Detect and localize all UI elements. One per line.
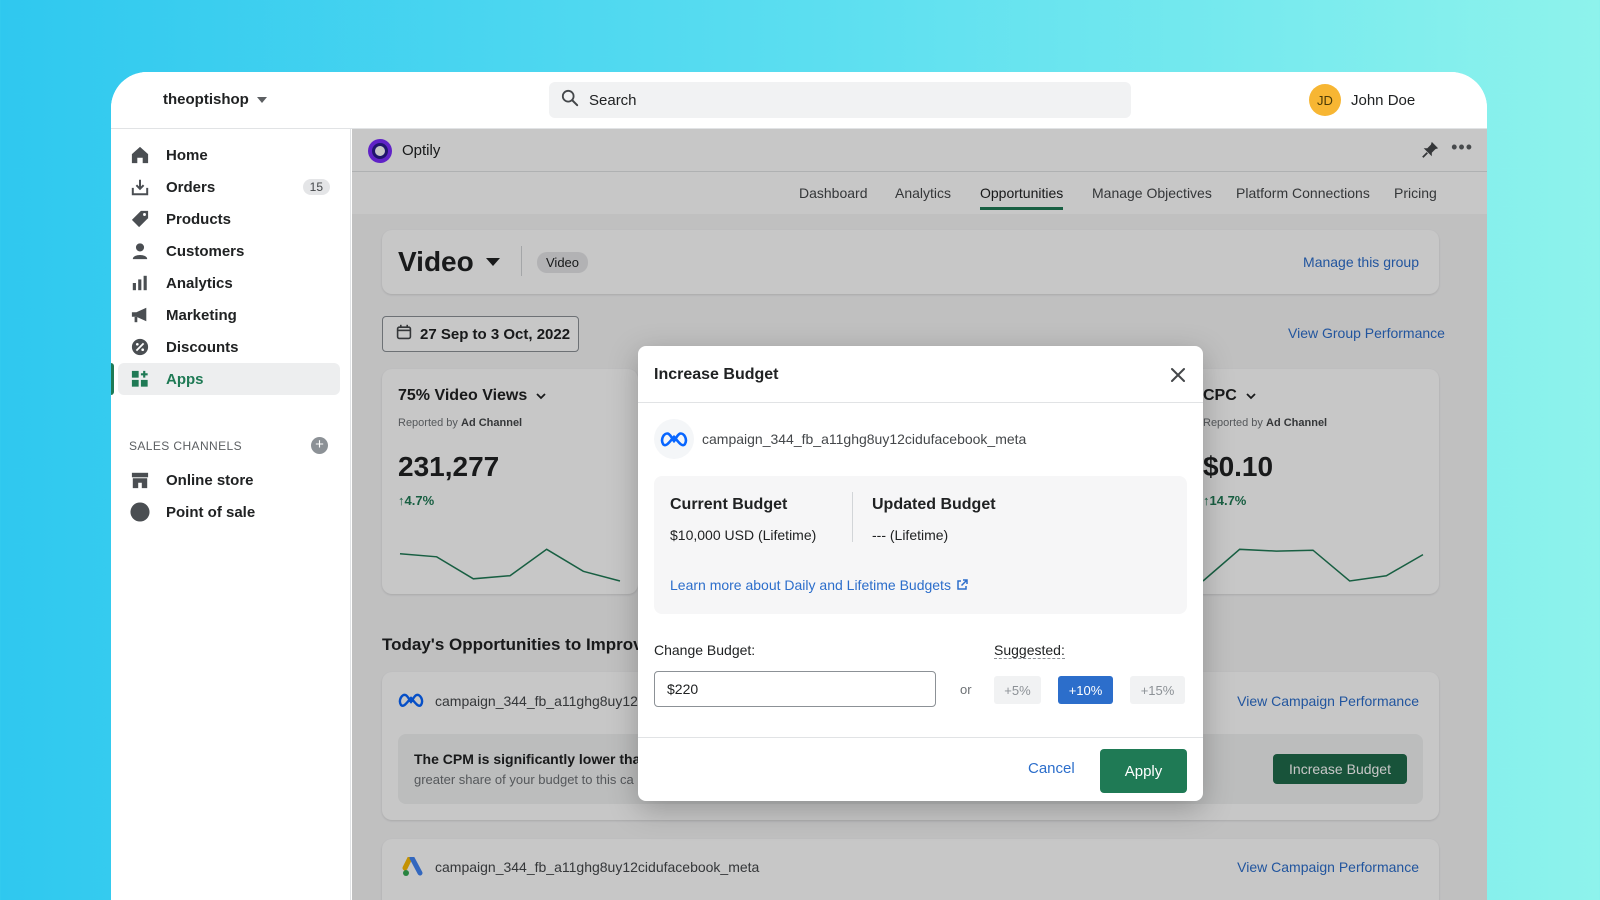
top-bar: theoptishop Search JD John Doe (111, 72, 1487, 129)
learn-more-link[interactable]: Learn more about Daily and Lifetime Budg… (670, 577, 968, 593)
orders-icon (130, 177, 150, 197)
sidebar-item-marketing[interactable]: Marketing (118, 299, 340, 331)
sidebar-item-apps[interactable]: Apps (118, 363, 340, 395)
chevron-down-icon (256, 96, 267, 103)
modal-campaign-name: campaign_344_fb_a11ghg8uy12cidufacebook_… (702, 431, 1027, 447)
updated-budget-label: Updated Budget (872, 496, 996, 513)
sidebar-item-label: Apps (166, 370, 204, 388)
orders-count-badge: 15 (302, 179, 330, 195)
search-input[interactable]: Search (549, 82, 1131, 118)
pos-icon (130, 502, 150, 522)
close-icon[interactable] (1167, 364, 1189, 386)
divider (638, 737, 1203, 738)
sidebar-item-label: Online store (166, 471, 254, 489)
sidebar-item-customers[interactable]: Customers (118, 235, 340, 267)
bar-chart-icon (130, 273, 150, 293)
avatar: JD (1309, 84, 1341, 116)
sidebar-item-label: Products (166, 210, 232, 228)
sidebar-item-label: Point of sale (166, 503, 256, 521)
store-icon (130, 470, 150, 490)
tag-icon (130, 209, 150, 229)
sidebar-item-point-of-sale[interactable]: Point of sale (118, 496, 340, 528)
divider (638, 402, 1203, 403)
sidebar-item-label: Home (166, 146, 208, 164)
sidebar-item-label: Analytics (166, 274, 233, 292)
suggestion-15-percent[interactable]: +15% (1130, 676, 1185, 704)
current-budget-value: $10,000 USD (Lifetime) (670, 527, 817, 543)
discount-icon (130, 337, 150, 357)
search-icon (561, 89, 579, 112)
sales-channels-header: SALES CHANNELS (129, 439, 242, 453)
sidebar-item-home[interactable]: Home (118, 139, 340, 171)
external-link-icon (957, 579, 968, 590)
user-menu[interactable]: JD John Doe (1309, 84, 1415, 116)
cancel-button[interactable]: Cancel (1028, 760, 1075, 777)
add-channel-button[interactable]: + (311, 437, 328, 454)
sidebar-item-orders[interactable]: Orders 15 (118, 171, 340, 203)
learn-more-text: Learn more about Daily and Lifetime Budg… (670, 577, 951, 593)
suggestion-5-percent[interactable]: +5% (994, 676, 1041, 704)
updated-budget-value: --- (Lifetime) (872, 527, 949, 543)
search-placeholder: Search (589, 91, 637, 109)
budget-summary: Current Budget $10,000 USD (Lifetime) Up… (654, 476, 1187, 614)
sidebar: Home Orders 15 Products Customers Analyt… (111, 129, 351, 900)
apply-button[interactable]: Apply (1100, 749, 1187, 793)
budget-input[interactable] (654, 671, 936, 707)
sidebar-item-analytics[interactable]: Analytics (118, 267, 340, 299)
store-switcher[interactable]: theoptishop (163, 91, 267, 108)
home-icon (130, 145, 150, 165)
user-name: John Doe (1351, 91, 1416, 109)
meta-logo-icon (654, 419, 694, 459)
or-separator: or (960, 682, 972, 697)
sidebar-item-label: Orders (166, 178, 216, 196)
change-budget-label: Change Budget: (654, 642, 756, 658)
sidebar-item-discounts[interactable]: Discounts (118, 331, 340, 363)
store-name: theoptishop (163, 91, 249, 108)
current-budget-label: Current Budget (670, 496, 788, 513)
person-icon (130, 241, 150, 261)
divider (852, 492, 853, 542)
modal-title: Increase Budget (654, 366, 779, 383)
apps-icon (130, 369, 150, 389)
sidebar-item-label: Discounts (166, 338, 239, 356)
suggestion-10-percent[interactable]: +10% (1058, 676, 1113, 704)
suggested-label: Suggested: (994, 642, 1065, 659)
sidebar-item-label: Marketing (166, 306, 237, 324)
increase-budget-modal: Increase Budget campaign_344_fb_a11ghg8u… (638, 346, 1203, 801)
megaphone-icon (130, 305, 150, 325)
sidebar-item-products[interactable]: Products (118, 203, 340, 235)
sidebar-item-online-store[interactable]: Online store (118, 464, 340, 496)
active-indicator (111, 363, 114, 395)
sidebar-item-label: Customers (166, 242, 245, 260)
